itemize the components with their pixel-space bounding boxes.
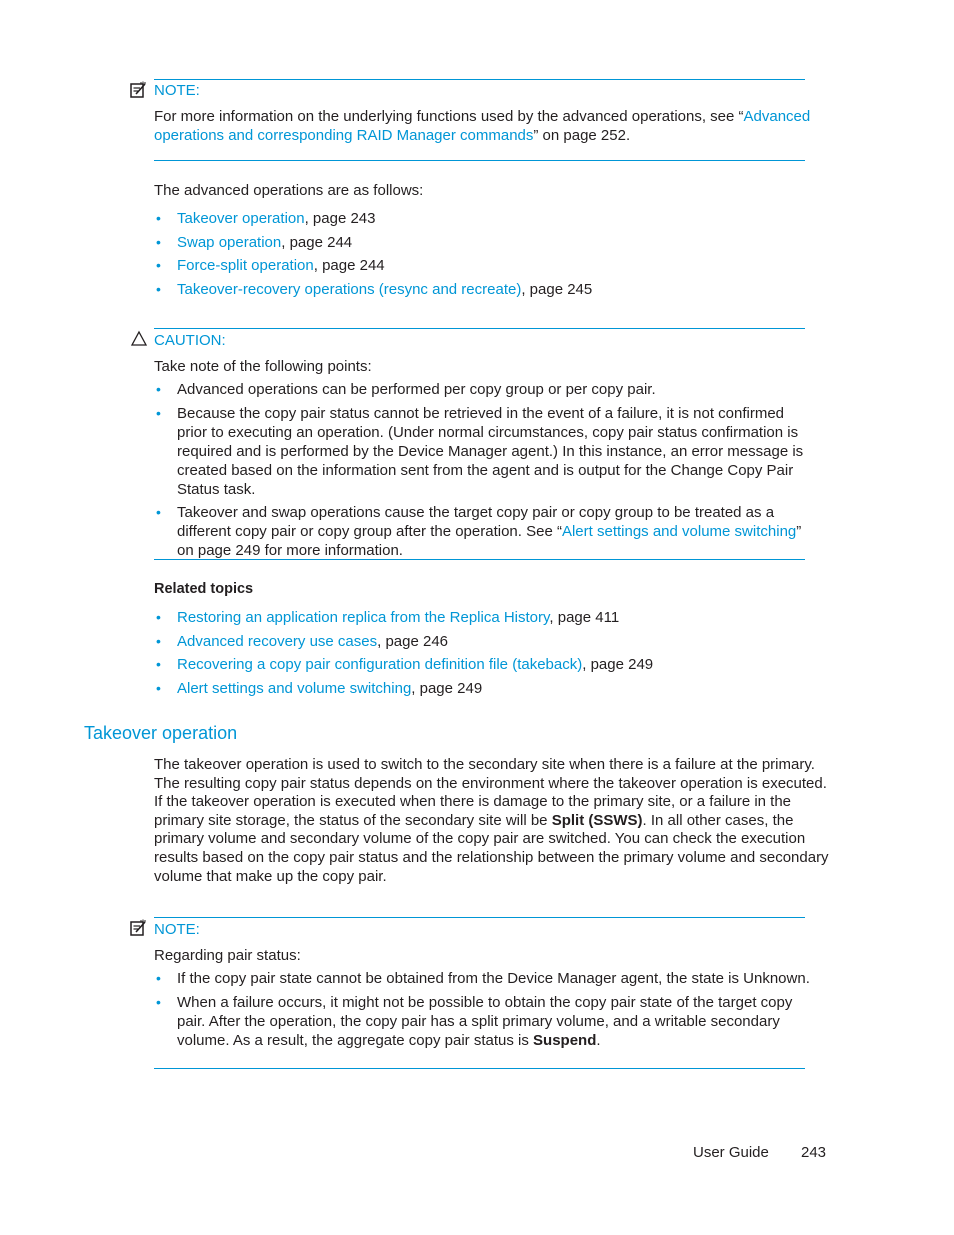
note-text-after: ” on page 252.: [533, 127, 631, 144]
caution-title: CAUTION:: [154, 332, 226, 349]
page-ref: , page 245: [521, 280, 593, 298]
note-top-rule: [154, 79, 805, 80]
list-item: Restoring an application replica from th…: [154, 608, 814, 627]
operations-intro: The advanced operations are as follows:: [154, 182, 424, 199]
note2-title: NOTE:: [154, 921, 200, 938]
link-alert-settings[interactable]: Alert settings and volume switching: [177, 680, 411, 697]
link-takeover-operation[interactable]: Takeover operation: [177, 210, 305, 227]
note-title: NOTE:: [154, 82, 200, 99]
caution-top-rule: [154, 328, 805, 329]
page-ref: , page 246: [377, 632, 449, 650]
note-icon: [130, 81, 146, 98]
caution-list: Advanced operations can be performed per…: [154, 380, 814, 560]
status-suspend: Suspend: [533, 1031, 597, 1049]
page-ref: , page 243: [304, 210, 376, 227]
related-topics-title: Related topics: [154, 581, 254, 597]
link-takeover-recovery-operations[interactable]: Takeover-recovery operations (resync and…: [177, 281, 521, 298]
page-ref: , page 244: [281, 233, 353, 251]
note-text: For more information on the underlying f…: [154, 107, 814, 145]
list-item: Takeover and swap operations cause the t…: [154, 503, 814, 560]
link-advanced-recovery-use-cases[interactable]: Advanced recovery use cases: [177, 633, 377, 650]
list-item: Advanced operations can be performed per…: [154, 380, 814, 399]
note2-top-rule: [154, 917, 805, 918]
note-icon: [130, 919, 146, 936]
section-heading: Takeover operation: [84, 723, 238, 743]
list-item: Advanced recovery use cases, page 246: [154, 632, 814, 651]
page-ref: , page 249: [411, 679, 483, 697]
note2-lead: Regarding pair status:: [154, 947, 301, 964]
link-recovering-copy-pair-config[interactable]: Recovering a copy pair configuration def…: [177, 656, 582, 673]
operations-list: Takeover operation, page 243 Swap operat…: [154, 209, 814, 299]
page-ref: , page 411: [549, 609, 620, 626]
page-ref: , page 244: [313, 257, 385, 274]
caution-lead: Take note of the following points:: [154, 358, 372, 375]
list-item: When a failure occurs, it might not be p…: [154, 993, 794, 1050]
link-alert-settings-volume-switching[interactable]: Alert settings and volume switching: [562, 523, 796, 540]
status-split-ssws: Split (SSWS): [551, 811, 643, 829]
link-restoring-application-replica[interactable]: Restoring an application replica from th…: [177, 609, 549, 626]
related-topics-list: Restoring an application replica from th…: [154, 608, 814, 698]
note-text-before: For more information on the underlying f…: [154, 108, 744, 125]
list-item: Because the copy pair status cannot be r…: [154, 404, 814, 499]
list-item: Alert settings and volume switching, pag…: [154, 679, 814, 698]
list-item: Recovering a copy pair configuration def…: [154, 655, 814, 674]
list-item: If the copy pair state cannot be obtaine…: [154, 969, 810, 988]
link-swap-operation[interactable]: Swap operation: [177, 234, 281, 251]
footer-page-number: 243: [801, 1144, 827, 1161]
note-bottom-rule: [154, 160, 805, 161]
note2-bottom-rule: [154, 1068, 805, 1069]
list-item: Takeover operation, page 243: [154, 209, 814, 228]
list-item: Takeover-recovery operations (resync and…: [154, 280, 814, 299]
list-item: Swap operation, page 244: [154, 233, 814, 252]
link-force-split-operation[interactable]: Force-split operation: [177, 257, 314, 274]
page-ref: , page 249: [582, 656, 654, 673]
note2-item-text: When a failure occurs, it might not be p…: [177, 993, 793, 1049]
note2-list: If the copy pair state cannot be obtaine…: [154, 969, 810, 1050]
note2-item-text: .: [596, 1031, 601, 1049]
footer-guide-label: User Guide: [693, 1144, 769, 1161]
section-paragraph: The takeover operation is used to switch…: [154, 756, 834, 886]
caution-bottom-rule: [154, 559, 805, 560]
list-item: Force-split operation, page 244: [154, 256, 814, 275]
caution-triangle-icon: [130, 330, 148, 346]
